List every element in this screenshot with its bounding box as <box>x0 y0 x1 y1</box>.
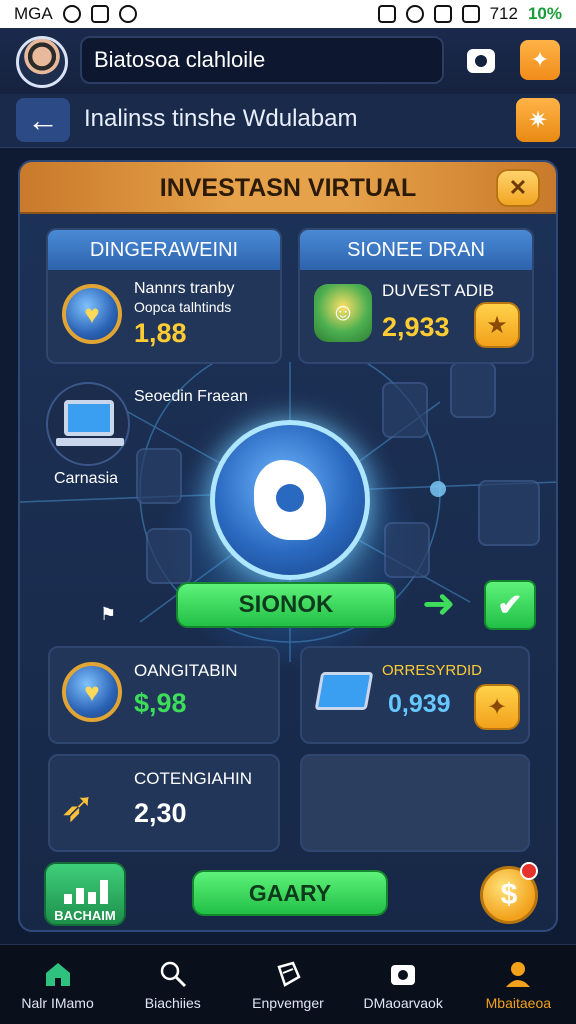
gift-button[interactable]: ✦ <box>520 40 560 80</box>
stat-card-2-value: 2,933 <box>382 312 450 342</box>
stat-card-4-value: 0,939 <box>388 690 451 718</box>
nav-item-home[interactable]: Nalr IMamo <box>0 945 115 1024</box>
close-icon: ✕ <box>508 175 528 200</box>
dollar-icon: $ <box>500 878 518 911</box>
chart-button[interactable]: BACHAIM <box>44 862 126 926</box>
nav-item-label: DMaoarvaok <box>363 995 443 1011</box>
side-label: Carnasia <box>54 470 119 487</box>
panel-title: INVESTASN VIRTUAL <box>159 174 417 202</box>
floating-card-decoration <box>146 528 192 584</box>
profile-icon <box>506 962 531 987</box>
nav-item-label: Biachiies <box>144 995 201 1011</box>
star-badge-icon[interactable]: ✦ <box>474 684 520 730</box>
stat-card-1-sublabel: Oopca talhtinds <box>134 299 232 315</box>
home-icon <box>45 963 70 986</box>
profile-bar: Biatosoa clahloile ✦ <box>0 28 576 94</box>
camera-icon <box>467 49 495 73</box>
floating-card-decoration <box>382 382 428 438</box>
star-badge-icon[interactable]: ★ <box>474 302 520 348</box>
gift-icon: ✦ <box>530 47 550 72</box>
primary-action-button[interactable]: SIONOK <box>176 582 396 628</box>
investment-panel: INVESTASN VIRTUAL ✕ DINGERAWEINI ♥ Nannr… <box>18 160 558 932</box>
flag-icon: ⚑ <box>100 604 117 624</box>
coin-icon: ♥ <box>62 284 122 344</box>
stat-card-3-label: OANGITABIN <box>134 661 238 680</box>
camera-button[interactable] <box>462 42 500 80</box>
stat-card-1-header: DINGERAWEINI <box>48 230 280 270</box>
nav-item-label: Enpvemger <box>252 995 324 1011</box>
stat-card-3[interactable]: ♥ OANGITABIN $,98 <box>48 646 280 744</box>
stat-card-2[interactable]: SIONEE DRAN ☺ DUVEST ADIB 2,933 ★ <box>298 228 534 364</box>
laptop-icon[interactable] <box>46 382 130 466</box>
bottom-nav: Nalr IMamo Biachiies Enpvemger DMaoarvao… <box>0 944 576 1024</box>
stat-card-1-value: 1,88 <box>134 318 187 348</box>
secondary-action-button[interactable]: GAARY <box>192 870 388 916</box>
settings-status-icon <box>62 5 81 23</box>
stat-card-2-label: DUVEST ADIB <box>382 281 495 300</box>
back-arrow-icon: ← <box>27 101 59 138</box>
stat-card-4-label: ORRESYRDID <box>382 662 483 679</box>
bar-chart-icon <box>64 878 110 904</box>
stat-card-5-value: 2,30 <box>134 798 187 828</box>
confirm-button[interactable]: ✔ <box>484 580 536 630</box>
shield-status-icon <box>118 5 137 23</box>
status-bar: MGA 712 10% <box>0 0 576 28</box>
panel-close-button[interactable]: ✕ <box>496 169 540 207</box>
search-icon <box>160 961 186 988</box>
center-logo-icon[interactable] <box>210 420 370 580</box>
status-time: 712 <box>489 4 518 23</box>
nav-item-camera[interactable]: DMaoarvaok <box>346 945 461 1024</box>
nav-item-search[interactable]: Biachiies <box>115 945 230 1024</box>
signal-icon <box>461 5 480 23</box>
mute-status-icon <box>377 5 396 23</box>
panel-header: INVESTASN VIRTUAL ✕ <box>20 162 556 214</box>
notification-status-icon <box>90 5 109 23</box>
floating-card-decoration <box>450 362 496 418</box>
avatar[interactable] <box>16 36 68 88</box>
sparkle-icon: ✷ <box>527 106 549 134</box>
nav-item-profile[interactable]: Mbaitaeoa <box>461 945 576 1024</box>
tag-icon <box>277 961 301 987</box>
stat-card-5-label: COTENGIAHIN <box>134 769 253 788</box>
stat-card-1[interactable]: DINGERAWEINI ♥ Nannrs tranby Oopca talht… <box>46 228 282 364</box>
nav-item-label: Mbaitaeoa <box>485 995 552 1011</box>
arrow-right-icon: ➜ <box>422 582 456 626</box>
gem-icon: ☺ <box>314 284 372 342</box>
empty-card-slot[interactable] <box>300 754 530 852</box>
top-nav: ← Inalinss tinshe Wdulabam ✷ <box>0 94 576 148</box>
rocket-icon: ➶ <box>60 783 96 830</box>
stat-card-1-label: Nannrs tranby <box>134 280 235 297</box>
floating-card-decoration <box>136 448 182 504</box>
floating-card-decoration <box>384 522 430 578</box>
floating-card-decoration <box>478 480 540 546</box>
nav-item-label: Nalr IMamo <box>21 995 94 1011</box>
coin-icon: ♥ <box>62 662 122 722</box>
camera-icon <box>391 965 416 985</box>
wifi-icon <box>433 5 452 23</box>
notification-dot <box>520 862 538 880</box>
page-title: Inalinss tinshe Wdulabam <box>84 105 358 132</box>
battery-level: 10% <box>527 4 562 23</box>
stat-card-4[interactable]: ORRESYRDID 0,939 ✦ <box>300 646 530 744</box>
favorite-button[interactable]: ✷ <box>516 98 560 142</box>
stat-card-3-value: $,98 <box>134 688 187 718</box>
laptop-small-icon <box>314 672 374 710</box>
nav-item-tag[interactable]: Enpvemger <box>230 945 345 1024</box>
status-carrier: MGA <box>14 4 53 23</box>
back-button[interactable]: ← <box>16 98 70 142</box>
check-icon: ✔ <box>497 588 523 622</box>
chart-button-label: BACHAIM <box>54 908 116 923</box>
side-title: Seoedin Fraean <box>134 388 248 405</box>
alarm-status-icon <box>405 5 424 23</box>
profile-search-input[interactable]: Biatosoa clahloile <box>80 36 444 84</box>
stat-card-2-header: SIONEE DRAN <box>300 230 532 270</box>
